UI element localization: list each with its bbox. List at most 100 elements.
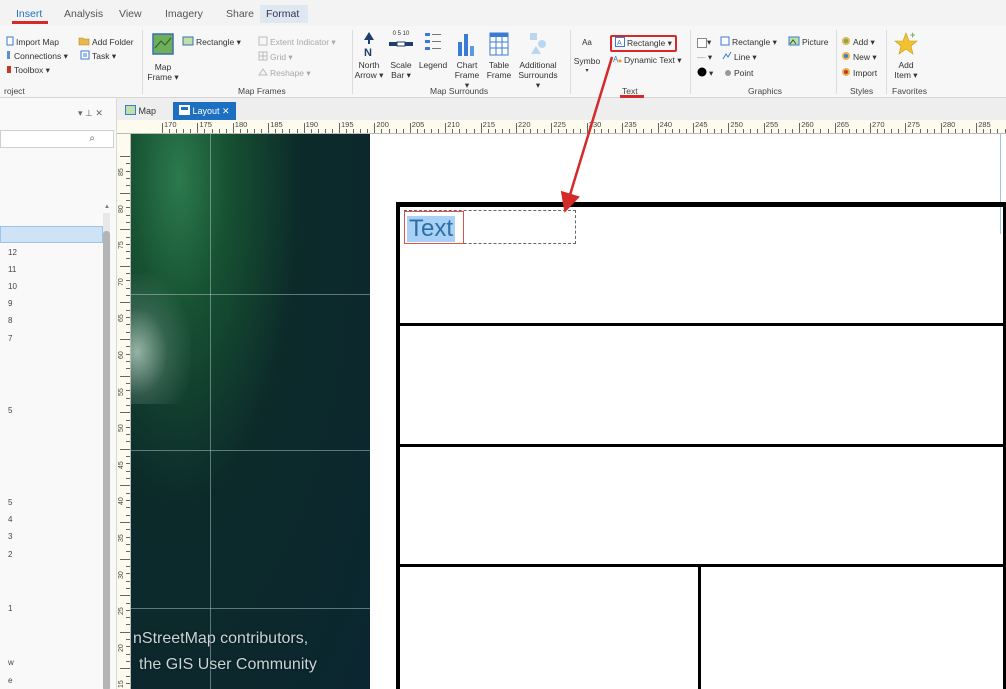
star-icon: + — [894, 30, 918, 58]
ruler-major-tick — [693, 123, 694, 133]
ruler-minor-tick — [126, 507, 130, 509]
task-icon — [80, 50, 90, 63]
tab-analysis[interactable]: Analysis — [58, 5, 109, 23]
additional-surrounds-button[interactable]: Additional Surrounds ▾ — [516, 30, 560, 90]
graphics-fill-dropdown[interactable]: ▾ — [697, 36, 711, 48]
list-item[interactable]: 11 — [8, 265, 16, 274]
ruler-minor-tick — [685, 129, 687, 133]
ruler-label: 15 — [118, 680, 125, 689]
layout-canvas[interactable]: nStreetMap contributors, the GIS User Co… — [131, 134, 1006, 689]
table-frame-button[interactable]: Table Frame — [484, 30, 514, 80]
styles-import-button[interactable]: Import — [841, 67, 877, 80]
graphics-rectangle-button[interactable]: Rectangle ▾ — [720, 36, 777, 49]
list-item[interactable]: 4 — [8, 515, 12, 524]
list-item[interactable]: w — [8, 658, 14, 667]
point-icon — [724, 68, 732, 80]
styles-new-button[interactable]: New ▾ — [841, 51, 877, 64]
scroll-up-icon[interactable]: ▲ — [104, 204, 110, 210]
ruler-minor-tick — [126, 478, 130, 480]
toolbox-button[interactable]: Toolbox ▾ — [6, 64, 50, 77]
graphics-point-color-dropdown[interactable]: ▾ — [697, 67, 713, 80]
text-symbol-button[interactable]: Aa Symbo ▾ — [572, 38, 602, 76]
ruler-minor-tick — [395, 129, 397, 133]
list-item[interactable]: 10 — [8, 282, 17, 291]
ruler-minor-tick — [452, 129, 454, 133]
ruler-minor-tick — [820, 129, 822, 133]
connections-button[interactable]: Connections ▾ — [6, 50, 68, 63]
group-separator — [570, 30, 571, 94]
tab-view[interactable]: View — [113, 5, 148, 23]
reshape-button[interactable]: Reshape ▾ — [258, 67, 311, 80]
ruler-label: 80 — [118, 204, 125, 213]
search-icon[interactable]: ⌕ — [89, 133, 95, 144]
ruler-minor-tick — [126, 317, 130, 319]
search-input[interactable]: ⌕ — [0, 130, 114, 148]
tab-imagery[interactable]: Imagery — [159, 5, 209, 23]
list-item[interactable]: 1 — [8, 604, 12, 613]
scale-bar-button[interactable]: 0 5 10 Scale Bar ▾ — [386, 30, 416, 80]
selected-list-item[interactable] — [0, 226, 103, 243]
list-item[interactable]: 2 — [8, 550, 12, 559]
text-rectangle-button[interactable]: A Rectangle ▾ — [610, 35, 677, 53]
ruler-label: 285 — [978, 120, 991, 129]
list-item[interactable]: e — [8, 676, 12, 685]
list-item[interactable]: 9 — [8, 299, 12, 308]
ruler-minor-tick — [608, 129, 610, 133]
list-item[interactable]: 7 — [8, 334, 12, 343]
scrollbar-thumb[interactable] — [103, 231, 110, 689]
ruler-major-tick — [120, 522, 130, 523]
task-button[interactable]: Task ▾ — [80, 50, 116, 63]
ruler-minor-tick — [126, 602, 130, 604]
legend-button[interactable]: Legend — [416, 30, 450, 70]
list-item[interactable]: 12 — [8, 248, 17, 257]
add-folder-button[interactable]: Add Folder — [78, 36, 134, 49]
ruler-major-tick — [120, 668, 130, 670]
map-frame-rectangle-button[interactable]: Rectangle ▾ — [182, 36, 241, 49]
map-frame[interactable]: nStreetMap contributors, the GIS User Co… — [131, 134, 370, 689]
dynamic-text-button[interactable]: A Dynamic Text ▾ — [612, 54, 682, 67]
list-item[interactable]: 5 — [8, 498, 12, 507]
ruler-major-tick — [268, 123, 270, 133]
svg-text:A: A — [617, 40, 622, 47]
tab-layout-view[interactable]: Layout ✕ — [173, 102, 236, 120]
picture-button[interactable]: Picture — [788, 36, 828, 49]
grid-button[interactable]: Grid ▾ — [258, 51, 293, 64]
ruler-minor-tick — [615, 129, 617, 133]
text-element[interactable]: Text — [407, 216, 456, 242]
extent-indicator-button[interactable]: Extent Indicator ▾ — [258, 36, 336, 49]
import-map-button[interactable]: Import Map — [6, 36, 59, 49]
tab-share[interactable]: Share — [220, 5, 260, 23]
connections-icon — [6, 50, 12, 63]
ruler-minor-tick — [487, 129, 489, 133]
list-item[interactable]: 5 — [8, 406, 12, 415]
ruler-minor-tick — [126, 551, 130, 553]
ruler-major-tick — [834, 123, 836, 133]
chart-frame-button[interactable]: Chart Frame ▾ — [452, 30, 482, 90]
ruler-minor-tick — [126, 287, 130, 289]
graphics-line-style-dropdown[interactable]: — ▾ — [697, 51, 712, 63]
ruler-minor-tick — [501, 129, 503, 133]
list-item[interactable]: 8 — [8, 316, 12, 325]
ruler-major-tick — [940, 123, 942, 133]
ruler-minor-tick — [204, 129, 206, 133]
tab-format[interactable]: Format — [260, 5, 308, 23]
add-item-button[interactable]: + Add Item ▾ — [890, 30, 922, 80]
styles-add-button[interactable]: Add ▾ — [841, 36, 875, 49]
ruler-major-tick — [120, 229, 130, 231]
list-item[interactable]: 3 — [8, 532, 12, 541]
map-frame-button[interactable]: Map Frame ▾ — [146, 32, 180, 82]
ruler-minor-tick — [126, 500, 130, 502]
ruler-major-tick — [162, 123, 163, 133]
north-arrow-icon: N — [361, 30, 377, 59]
graphics-point-button[interactable]: Point — [724, 67, 753, 80]
north-arrow-button[interactable]: N North Arrow ▾ — [354, 30, 384, 80]
graphics-line-button[interactable]: Line ▾ — [722, 51, 757, 64]
insert-tab-underline-annotation — [12, 21, 48, 24]
tab-map-view[interactable]: Map — [119, 102, 162, 120]
pane-options[interactable]: ▾ ⊥ ✕ — [78, 108, 103, 119]
layout-table-grid[interactable] — [396, 202, 1006, 689]
ruler-minor-tick — [855, 129, 857, 133]
ruler-minor-tick — [785, 129, 787, 133]
scrollbar[interactable] — [103, 213, 110, 689]
ruler-minor-tick — [126, 675, 130, 677]
